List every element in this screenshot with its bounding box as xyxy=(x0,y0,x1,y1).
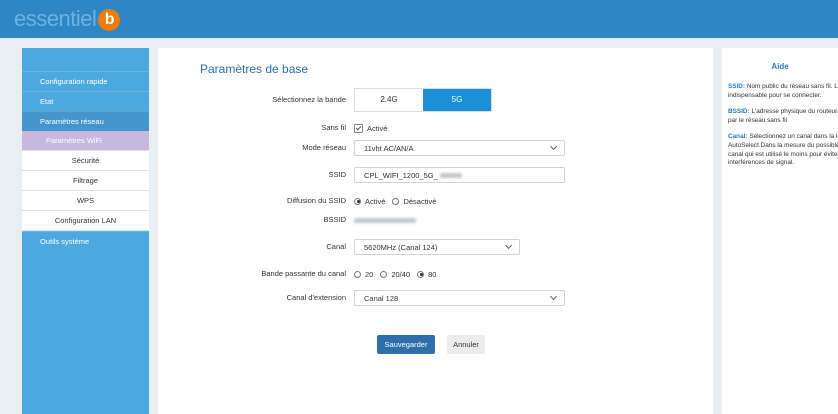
mode-select[interactable]: 11vht AC/AN/A xyxy=(354,140,565,156)
channel-label: Canal xyxy=(326,242,346,251)
broadcast-label: Diffusion du SSID xyxy=(286,196,346,205)
broadcast-row: Diffusion du SSID Activé Désactivé xyxy=(158,191,713,211)
band-row: Sélectionnez la bande 2.4G 5G xyxy=(158,88,713,112)
band-toggle: 2.4G 5G xyxy=(354,88,492,112)
mode-value: 11vht AC/AN/A xyxy=(364,144,414,153)
ext-channel-select[interactable]: Canal 128 xyxy=(354,290,565,306)
sidebar-item-etat[interactable]: Etat xyxy=(22,91,149,111)
ssid-row: SSID CPL_WIFI_1200_5G_ xyxy=(158,165,713,185)
ext-channel-row: Canal d'extension Canal 128 xyxy=(158,288,713,308)
bandwidth-20-radio[interactable]: 20 xyxy=(354,270,373,279)
radio-selected-icon xyxy=(417,270,425,278)
broadcast-enabled-label: Activé xyxy=(365,196,386,206)
sidebar-item-outils-systeme[interactable]: Outils système xyxy=(22,231,149,251)
help-canal-paragraph: Canal: Sélectionnez un canal dans la lis… xyxy=(728,133,838,167)
bssid-redacted xyxy=(354,217,416,223)
bandwidth-20-40-label: 20/40 xyxy=(391,269,411,279)
radio-selected-icon xyxy=(354,197,361,205)
save-button[interactable]: Sauvegarder xyxy=(377,335,435,354)
band-2-4g-button[interactable]: 2.4G xyxy=(355,89,423,111)
sidebar-subitem-configuration-lan[interactable]: Configuration LAN xyxy=(22,211,149,231)
help-bssid-term: BSSID: xyxy=(728,108,750,116)
help-ssid-paragraph: SSID: Nom public du réseau sans fil. Le … xyxy=(728,83,838,100)
ext-channel-label: Canal d'extension xyxy=(286,293,346,302)
radio-icon xyxy=(392,197,400,205)
cancel-button[interactable]: Annuler xyxy=(447,335,485,354)
mode-row: Mode réseau 11vht AC/AN/A xyxy=(158,138,713,158)
page-title: Paramètres de base xyxy=(200,62,309,76)
channel-select[interactable]: 5620MHz (Canal 124) xyxy=(354,239,520,255)
radio-icon xyxy=(380,270,388,278)
help-ssid-text: Nom public du réseau sans fil. Le SSID e… xyxy=(728,83,838,99)
band-control: 2.4G 5G xyxy=(354,88,492,112)
channel-row: Canal 5620MHz (Canal 124) xyxy=(158,237,713,257)
mode-label: Mode réseau xyxy=(302,143,346,152)
bandwidth-row: Bande passante du canal 20 20/40 80 xyxy=(158,264,713,284)
sidebar-subitem-filtrage[interactable]: Filtrage xyxy=(22,171,149,191)
ssid-label: SSID xyxy=(328,170,346,179)
broadcast-disabled-label: Désactivé xyxy=(403,196,437,206)
wireless-row: Sans fil Activé xyxy=(158,118,713,138)
wireless-checkbox[interactable]: Activé xyxy=(354,123,388,133)
broadcast-disabled-radio[interactable]: Désactivé xyxy=(392,197,436,206)
band-label: Sélectionnez la bande xyxy=(272,95,346,104)
brand-logo[interactable]: essentiel b xyxy=(14,6,121,32)
mode-control: 11vht AC/AN/A xyxy=(354,138,565,158)
bandwidth-label: Bande passante du canal xyxy=(261,269,346,278)
ssid-input[interactable]: CPL_WIFI_1200_5G_ xyxy=(354,167,565,183)
bandwidth-20-label: 20 xyxy=(365,269,374,279)
bandwidth-control: 20 20/40 80 xyxy=(354,264,443,284)
channel-control: 5620MHz (Canal 124) xyxy=(354,237,520,257)
chevron-down-icon xyxy=(549,292,558,301)
bssid-label: BSSID xyxy=(323,215,346,224)
checkbox-icon xyxy=(354,123,363,133)
help-panel: Aide SSID: Nom public du réseau sans fil… xyxy=(722,48,838,414)
sidebar-subitem-securite[interactable]: Sécurité xyxy=(22,151,149,171)
band-5g-button[interactable]: 5G xyxy=(423,89,491,111)
ext-channel-control: Canal 128 xyxy=(354,288,565,308)
sidebar-subitem-parametres-wifi[interactable]: Paramètres WiFi xyxy=(22,131,149,151)
ssid-value: CPL_WIFI_1200_5G_ xyxy=(364,170,438,180)
bandwidth-20-40-radio[interactable]: 20/40 xyxy=(380,270,410,279)
main-panel: Paramètres de base Sélectionnez la bande… xyxy=(158,48,713,414)
sidebar-subitem-wps[interactable]: WPS xyxy=(22,191,149,211)
help-title: Aide xyxy=(771,62,789,71)
bssid-control xyxy=(354,210,416,230)
channel-value: 5620MHz (Canal 124) xyxy=(364,243,438,252)
bandwidth-80-label: 80 xyxy=(428,269,437,279)
sidebar-item-parametres-reseau[interactable]: Paramètres réseau xyxy=(22,111,149,131)
sidebar: Configuration rapide Etat Paramètres rés… xyxy=(22,48,149,414)
wireless-control: Activé xyxy=(354,118,394,138)
bandwidth-80-radio[interactable]: 80 xyxy=(417,270,436,279)
chevron-down-icon xyxy=(549,142,558,151)
wireless-label: Sans fil xyxy=(321,123,346,132)
ext-channel-value: Canal 128 xyxy=(364,294,399,303)
bssid-row: BSSID xyxy=(158,210,713,230)
help-canal-term: Canal: xyxy=(728,133,748,141)
ssid-control: CPL_WIFI_1200_5G_ xyxy=(354,165,565,185)
broadcast-control: Activé Désactivé xyxy=(354,191,443,211)
brand-name: essentiel xyxy=(14,6,97,31)
brand-b-icon: b xyxy=(98,9,121,31)
help-ssid-term: SSID: xyxy=(728,83,746,90)
ssid-redacted xyxy=(439,172,462,178)
chevron-down-icon xyxy=(504,241,513,250)
top-bar: essentiel b xyxy=(0,0,838,38)
sidebar-item-configuration-rapide[interactable]: Configuration rapide xyxy=(22,71,149,91)
help-body: SSID: Nom public du réseau sans fil. Le … xyxy=(728,83,838,176)
help-bssid-paragraph: BSSID: L'adresse physique du routeur/poi… xyxy=(728,108,838,125)
radio-icon xyxy=(354,270,361,278)
wireless-value: Activé xyxy=(367,123,388,133)
broadcast-enabled-radio[interactable]: Activé xyxy=(354,197,385,206)
